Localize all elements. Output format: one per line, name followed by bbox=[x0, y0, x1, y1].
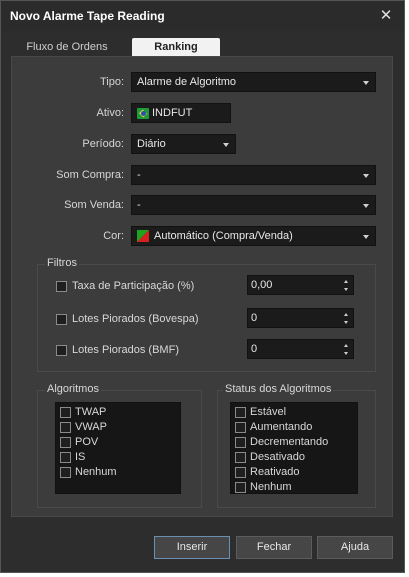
chevron-down-icon bbox=[363, 204, 369, 208]
taxa-participacao-value: 0,00 bbox=[251, 279, 273, 291]
window-title: Novo Alarme Tape Reading bbox=[10, 9, 165, 23]
spin-down-icon[interactable] bbox=[344, 321, 348, 324]
tipo-label: Tipo: bbox=[99, 76, 124, 88]
chevron-down-icon bbox=[223, 143, 229, 147]
tab-ranking[interactable]: Ranking bbox=[132, 38, 220, 56]
checkbox[interactable] bbox=[235, 482, 246, 493]
close-icon[interactable]: ✕ bbox=[378, 8, 394, 24]
dialog-window: Novo Alarme Tape Reading ✕ Fluxo de Orde… bbox=[0, 0, 405, 573]
item-label: Reativado bbox=[250, 466, 300, 478]
item-label: Aumentando bbox=[250, 421, 313, 433]
tipo-select[interactable]: Alarme de Algoritmo bbox=[131, 72, 376, 92]
checkbox[interactable] bbox=[235, 467, 246, 478]
checkbox[interactable] bbox=[60, 407, 71, 418]
lotes-bmf-spinner[interactable]: 0 bbox=[247, 339, 354, 359]
checkbox[interactable] bbox=[60, 437, 71, 448]
som-venda-select[interactable]: - bbox=[131, 195, 376, 215]
brazil-flag-icon bbox=[137, 108, 149, 119]
checkbox[interactable] bbox=[235, 407, 246, 418]
spin-up-icon[interactable] bbox=[344, 313, 348, 316]
item-label: Estável bbox=[250, 406, 287, 418]
chevron-down-icon bbox=[363, 174, 369, 178]
checkbox[interactable] bbox=[235, 437, 246, 448]
cor-select[interactable]: Automático (Compra/Venda) bbox=[131, 226, 376, 246]
algoritmos-title: Algoritmos bbox=[45, 383, 101, 395]
som-compra-value: - bbox=[137, 169, 141, 181]
item-label: Nenhum bbox=[250, 481, 292, 493]
lotes-bovespa-checkbox[interactable] bbox=[56, 314, 67, 325]
cor-value: Automático (Compra/Venda) bbox=[154, 230, 293, 242]
fechar-button[interactable]: Fechar bbox=[236, 536, 312, 559]
taxa-participacao-checkbox[interactable] bbox=[56, 281, 67, 292]
som-venda-value: - bbox=[137, 199, 141, 211]
lotes-bovespa-value: 0 bbox=[251, 312, 258, 324]
taxa-participacao-label: Taxa de Participação (%) bbox=[72, 280, 195, 292]
title-bar: Novo Alarme Tape Reading ✕ bbox=[1, 1, 404, 31]
taxa-participacao-spinner[interactable]: 0,00 bbox=[247, 275, 354, 295]
item-label: VWAP bbox=[75, 421, 107, 433]
filtros-title: Filtros bbox=[45, 257, 79, 269]
lotes-bmf-label: Lotes Piorados (BMF) bbox=[72, 344, 179, 356]
spin-up-icon[interactable] bbox=[344, 344, 348, 347]
color-swatch-icon bbox=[137, 230, 149, 242]
item-label: POV bbox=[75, 436, 99, 448]
lotes-bmf-value: 0 bbox=[251, 343, 258, 355]
ativo-label: Ativo: bbox=[96, 107, 124, 119]
cor-label: Cor: bbox=[103, 230, 124, 242]
lotes-bovespa-spinner[interactable]: 0 bbox=[247, 308, 354, 328]
ajuda-button[interactable]: Ajuda bbox=[317, 536, 393, 559]
item-label: IS bbox=[75, 451, 86, 463]
algoritmos-list: TWAP VWAP POV IS Nenhum bbox=[55, 402, 181, 494]
som-venda-label: Som Venda: bbox=[64, 199, 124, 211]
status-list: Estável Aumentando Decrementando Desativ… bbox=[230, 402, 358, 494]
ranking-panel: Tipo: Alarme de Algoritmo Ativo: INDFUT … bbox=[11, 56, 393, 517]
status-title: Status dos Algoritmos bbox=[223, 383, 334, 395]
tipo-value: Alarme de Algoritmo bbox=[137, 76, 237, 88]
lotes-bmf-checkbox[interactable] bbox=[56, 345, 67, 356]
inserir-button[interactable]: Inserir bbox=[154, 536, 230, 559]
item-label: Desativado bbox=[250, 451, 306, 463]
lotes-bovespa-label: Lotes Piorados (Bovespa) bbox=[72, 313, 199, 325]
periodo-label: Período: bbox=[82, 138, 124, 150]
ativo-input[interactable]: INDFUT bbox=[131, 103, 231, 123]
checkbox[interactable] bbox=[235, 422, 246, 433]
ativo-value: INDFUT bbox=[152, 107, 193, 119]
chevron-down-icon bbox=[363, 81, 369, 85]
periodo-select[interactable]: Diário bbox=[131, 134, 236, 154]
item-label: Decrementando bbox=[250, 436, 329, 448]
item-label: Nenhum bbox=[75, 466, 117, 478]
checkbox[interactable] bbox=[235, 452, 246, 463]
checkbox[interactable] bbox=[60, 467, 71, 478]
checkbox[interactable] bbox=[60, 452, 71, 463]
spin-up-icon[interactable] bbox=[344, 280, 348, 283]
spin-down-icon[interactable] bbox=[344, 352, 348, 355]
checkbox[interactable] bbox=[60, 422, 71, 433]
spin-down-icon[interactable] bbox=[344, 288, 348, 291]
periodo-value: Diário bbox=[137, 138, 166, 150]
chevron-down-icon bbox=[363, 235, 369, 239]
item-label: TWAP bbox=[75, 406, 107, 418]
tab-fluxo-de-ordens[interactable]: Fluxo de Ordens bbox=[11, 38, 123, 56]
som-compra-select[interactable]: - bbox=[131, 165, 376, 185]
som-compra-label: Som Compra: bbox=[56, 169, 124, 181]
